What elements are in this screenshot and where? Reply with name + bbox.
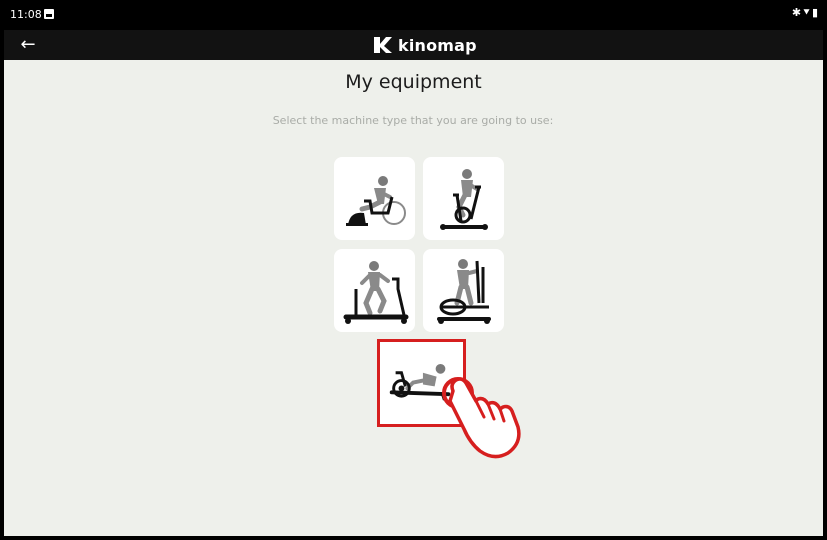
- status-bar: 11:08 ✱⯆▮: [4, 0, 823, 30]
- equipment-tile-treadmill[interactable]: [334, 249, 415, 332]
- treadmill-icon: [343, 261, 409, 324]
- brand: kinomap: [372, 33, 477, 57]
- page-title: My equipment: [345, 71, 482, 93]
- equipment-screen: My equipment Select the machine type tha…: [4, 60, 823, 536]
- bottom-navigation-strip: [4, 536, 827, 540]
- equipment-tile-exercise-bike[interactable]: [423, 157, 504, 240]
- battery-icon: ▮: [811, 6, 819, 19]
- back-button[interactable]: ←: [14, 33, 42, 57]
- status-right-icons: ✱⯆▮: [792, 6, 819, 20]
- exercise-bike-icon: [440, 169, 488, 230]
- device-frame: 11:08 ✱⯆▮ ← kinomap My equipment Select …: [4, 0, 827, 540]
- notification-image-icon: [44, 9, 54, 19]
- kinomap-logo-icon: [374, 37, 392, 53]
- wifi-icon: ⯆: [802, 6, 812, 19]
- elliptical-icon: [437, 259, 491, 324]
- brand-name: kinomap: [398, 35, 477, 55]
- bluetooth-icon: ✱: [791, 6, 803, 19]
- equipment-tile-bike-trainer[interactable]: [334, 157, 415, 240]
- bike-trainer-icon: [346, 176, 406, 226]
- equipment-tile-elliptical[interactable]: [423, 249, 504, 332]
- hand-pointer-icon: [442, 377, 521, 459]
- page-subtitle: Select the machine type that you are goi…: [272, 114, 554, 127]
- status-time: 11:08: [10, 8, 42, 21]
- app-bar: ← kinomap: [4, 30, 823, 60]
